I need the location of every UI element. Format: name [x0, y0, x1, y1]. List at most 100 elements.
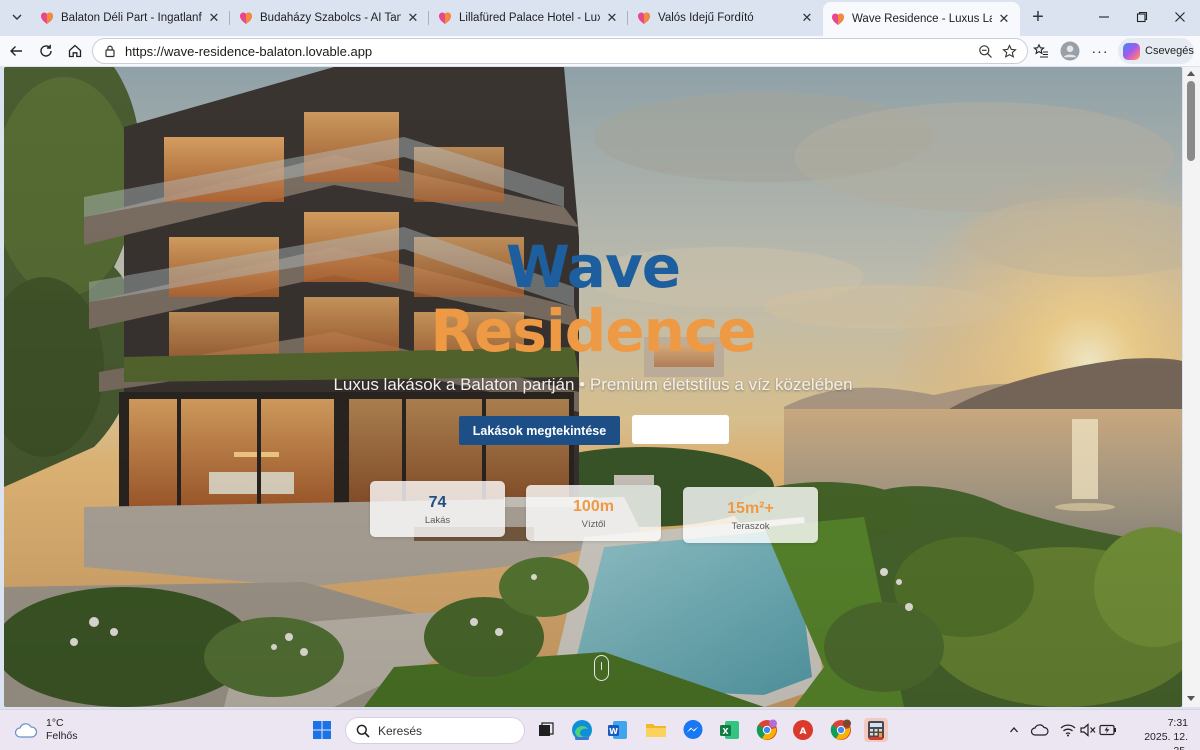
- stat-card-distance: 100m Víztől: [526, 485, 661, 541]
- chrome-icon: [756, 719, 777, 740]
- restore-icon: [1136, 11, 1148, 23]
- copilot-icon: [1123, 42, 1140, 60]
- minimize-button[interactable]: [1084, 6, 1124, 28]
- tray-volume[interactable]: [1078, 720, 1098, 740]
- page-scrollbar[interactable]: [1183, 67, 1200, 707]
- scroll-down-indicator[interactable]: [594, 655, 609, 681]
- favorite-star-icon[interactable]: [997, 39, 1021, 63]
- messenger-icon: [683, 720, 703, 739]
- taskbar-excel[interactable]: X: [718, 718, 742, 742]
- tray-battery[interactable]: [1098, 720, 1118, 740]
- tray-onedrive[interactable]: [1030, 720, 1050, 740]
- back-button[interactable]: [4, 39, 28, 63]
- tab-title: Lillafüred Palace Hotel - Luxury He: [459, 12, 600, 24]
- close-tab-icon[interactable]: ✕: [799, 10, 815, 26]
- taskbar-file-explorer[interactable]: [644, 718, 668, 742]
- tab-balaton-deli-part[interactable]: Balaton Déli Part - Ingatlanfejleszt ✕: [32, 4, 230, 32]
- url-text[interactable]: https://wave-residence-balaton.lovable.a…: [125, 44, 973, 59]
- excel-icon: X: [720, 721, 739, 739]
- weather-description: Felhős: [46, 730, 78, 742]
- close-window-button[interactable]: [1160, 6, 1200, 28]
- battery-charging-icon: [1099, 724, 1116, 736]
- tab-valos-ideju-fordito[interactable]: Valós Idejű Fordító ✕: [629, 4, 823, 32]
- lovable-favicon-icon: [41, 12, 53, 24]
- stat-card-terraces: 15m²+ Teraszok: [683, 487, 818, 543]
- tab-wave-residence[interactable]: Wave Residence - Luxus Lakások a ✕: [823, 2, 1020, 36]
- active-app-indicator: [869, 737, 883, 740]
- secondary-cta-button[interactable]: [632, 415, 729, 444]
- close-tab-icon[interactable]: ✕: [405, 10, 421, 26]
- volume-muted-icon: [1080, 723, 1096, 737]
- task-view-icon: [539, 722, 554, 736]
- tab-title: Valós Idejű Fordító: [658, 12, 754, 24]
- stat-value: 74: [428, 494, 447, 511]
- favorites-list-icon: [1033, 43, 1048, 58]
- reload-button[interactable]: [34, 39, 58, 63]
- cloud-sync-icon: [1031, 724, 1049, 736]
- browser-toolbar: https://wave-residence-balaton.lovable.a…: [0, 36, 1200, 66]
- taskbar-clock[interactable]: 7:31 2025. 12. 25.: [1128, 716, 1188, 750]
- taskbar-messenger[interactable]: [681, 718, 705, 742]
- chevron-down-icon: [12, 14, 22, 20]
- tab-title: Budaházy Szabolcs - AI Tanácsadó: [260, 12, 401, 24]
- word-icon: W: [608, 721, 627, 739]
- active-app-indicator: [575, 737, 589, 740]
- taskbar-chrome-profile-2[interactable]: [829, 718, 853, 742]
- taskbar-edge[interactable]: [570, 718, 594, 742]
- tab-title: Balaton Déli Part - Ingatlanfejleszt: [61, 12, 202, 24]
- profile-button[interactable]: [1058, 39, 1082, 63]
- minimize-icon: [1099, 16, 1109, 18]
- scroll-up-arrow-icon[interactable]: [1187, 71, 1195, 76]
- weather-widget[interactable]: 1°C Felhős: [14, 717, 78, 743]
- tab-lillafured-palace[interactable]: Lillafüred Palace Hotel - Luxury He ✕: [430, 4, 628, 32]
- folder-icon: [646, 724, 666, 737]
- taskbar-word[interactable]: W: [606, 718, 630, 742]
- avatar-icon: [1060, 41, 1080, 61]
- new-tab-button[interactable]: +: [1028, 7, 1048, 28]
- close-tab-icon[interactable]: ✕: [206, 10, 222, 26]
- home-icon: [68, 44, 82, 58]
- stat-value: 15m²+: [727, 500, 774, 517]
- cloud-icon: [14, 723, 38, 738]
- home-button[interactable]: [63, 39, 87, 63]
- close-tab-icon[interactable]: ✕: [604, 10, 620, 26]
- stat-label: Víztől: [581, 519, 606, 530]
- browser-tab-strip: Balaton Déli Part - Ingatlanfejleszt ✕ B…: [0, 0, 1200, 36]
- close-tab-icon[interactable]: ✕: [996, 11, 1012, 27]
- address-bar[interactable]: https://wave-residence-balaton.lovable.a…: [92, 38, 1028, 64]
- tab-title: Wave Residence - Luxus Lakások a: [852, 13, 992, 25]
- copilot-chat-button[interactable]: Csevegés: [1118, 38, 1194, 64]
- scrollbar-thumb[interactable]: [1187, 81, 1195, 161]
- zoom-icon[interactable]: [973, 39, 997, 63]
- tab-actions-menu-button[interactable]: [6, 6, 28, 28]
- reload-icon: [40, 44, 52, 57]
- restore-button[interactable]: [1122, 6, 1162, 28]
- site-info-icon[interactable]: [101, 42, 119, 60]
- task-view-button[interactable]: [534, 718, 558, 742]
- view-apartments-button[interactable]: Lakások megtekintése: [459, 416, 620, 445]
- chrome-icon: [830, 719, 851, 740]
- favorites-button[interactable]: [1029, 39, 1053, 63]
- tab-budahazy-szabolcs[interactable]: Budaházy Szabolcs - AI Tanácsadó ✕: [231, 4, 429, 32]
- stat-label: Teraszok: [731, 521, 770, 532]
- svg-text:X: X: [722, 727, 729, 736]
- copilot-label: Csevegés: [1145, 45, 1194, 57]
- hero-subtitle: Luxus lakások a Balaton partján • Premiu…: [333, 375, 853, 394]
- lovable-favicon-icon: [439, 12, 451, 24]
- show-hidden-icons-button[interactable]: [1004, 720, 1024, 740]
- hero-title-line1: Wave: [505, 233, 681, 301]
- stat-value: 100m: [573, 498, 614, 515]
- close-icon: [1175, 12, 1185, 22]
- pdf-icon: A: [793, 720, 813, 740]
- wifi-icon: [1060, 724, 1076, 737]
- stat-card-apartments: 74 Lakás: [370, 481, 505, 537]
- start-button[interactable]: [310, 718, 334, 742]
- settings-menu-button[interactable]: ···: [1088, 39, 1112, 63]
- tray-wifi[interactable]: [1058, 720, 1078, 740]
- taskbar-search[interactable]: Keresés: [345, 717, 525, 744]
- taskbar-acrobat[interactable]: A: [791, 718, 815, 742]
- scroll-down-arrow-icon[interactable]: [1187, 696, 1195, 701]
- taskbar-calculator[interactable]: [864, 718, 888, 742]
- page-viewport: Wave Residence Luxus lakások a Balaton p…: [4, 67, 1182, 707]
- taskbar-chrome-profile-1[interactable]: [755, 718, 779, 742]
